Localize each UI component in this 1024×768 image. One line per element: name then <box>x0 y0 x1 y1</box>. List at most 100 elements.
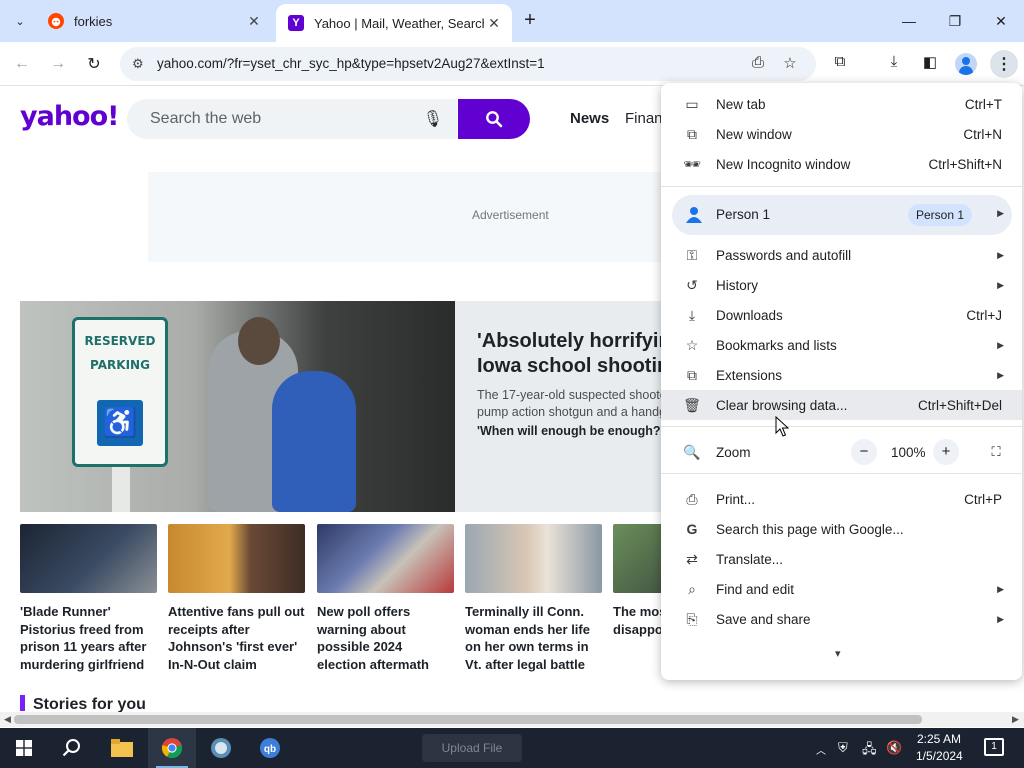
svg-text:qb: qb <box>264 744 276 755</box>
menu-item-save-share[interactable]: ⎘ Save and share ▶ <box>661 604 1022 634</box>
menu-item-person[interactable]: Person 1 Person 1 ▶ <box>672 195 1012 235</box>
menu-item-clear-browsing-data[interactable]: 🗑 Clear browsing data... Ctrl+Shift+Del <box>661 390 1022 420</box>
menu-item-bookmarks[interactable]: ☆ Bookmarks and lists ▶ <box>661 330 1022 360</box>
menu-item-translate[interactable]: ⇄ Translate... <box>661 544 1022 574</box>
taskbar-qbittorrent[interactable]: qb <box>246 728 294 768</box>
fullscreen-icon[interactable]: ⛶ <box>983 439 1009 465</box>
menu-label: Zoom <box>716 444 751 460</box>
menu-shortcut: Ctrl+J <box>966 307 1002 323</box>
news-card[interactable]: Terminally ill Conn. woman ends her life… <box>465 524 602 673</box>
chrome-menu-kebab-icon[interactable]: ⋮ <box>990 50 1018 78</box>
tray-overflow-chevron-icon[interactable]: ︿ <box>816 742 826 757</box>
notification-center-icon[interactable]: 1 <box>984 738 1004 756</box>
menu-item-passwords[interactable]: ⚿ Passwords and autofill ▶ <box>661 240 1022 270</box>
zoom-in-button[interactable]: + <box>933 439 959 465</box>
submenu-arrow-icon: ▶ <box>997 279 1004 290</box>
menu-item-incognito[interactable]: 🕶 New Incognito window Ctrl+Shift+N <box>661 149 1022 179</box>
downloads-icon[interactable]: ⤓ <box>883 53 905 75</box>
submenu-arrow-icon: ▶ <box>997 208 1004 218</box>
taskbar-clock[interactable]: 2:25 AM 1/5/2024 <box>916 731 963 765</box>
install-app-icon[interactable]: ⎙ <box>748 54 768 74</box>
address-bar[interactable]: ⚙ yahoo.com/?fr=yset_chr_syc_hp&type=hps… <box>120 47 816 81</box>
wheelchair-icon: ♿ <box>97 400 143 446</box>
taskbar-search-button[interactable] <box>48 728 96 768</box>
section-accent-bar <box>20 695 25 711</box>
menu-label: Translate... <box>716 551 784 567</box>
search-placeholder: Search the web <box>150 110 262 127</box>
search-button[interactable] <box>458 99 530 139</box>
browser-toolbar: ← → ↻ ⚙ yahoo.com/?fr=yset_chr_syc_hp&ty… <box>0 42 1024 86</box>
menu-label: Passwords and autofill <box>716 247 852 263</box>
back-button[interactable]: ← <box>8 50 36 78</box>
site-info-icon[interactable]: ⚙ <box>132 56 148 72</box>
taskbar-app-globe[interactable] <box>197 728 245 768</box>
yahoo-logo[interactable]: yahoo! <box>20 101 119 132</box>
tab-yahoo[interactable]: Y Yahoo | Mail, Weather, Search, Politic… <box>276 4 512 42</box>
volume-muted-icon[interactable]: 🔇 <box>886 740 902 756</box>
zoom-out-button[interactable]: − <box>851 439 877 465</box>
menu-label: History <box>716 277 759 293</box>
key-icon: ⚿ <box>686 246 698 263</box>
new-tab-button[interactable]: + <box>518 10 542 32</box>
network-icon[interactable]: 🖧 <box>862 740 877 762</box>
sign-text: RESERVED <box>84 334 156 348</box>
nav-finance-link[interactable]: Finan <box>625 110 663 127</box>
news-card[interactable]: Attentive fans pull out receipts after J… <box>168 524 305 673</box>
new-window-icon: ⧉ <box>687 125 697 142</box>
extensions-puzzle-icon[interactable]: ⧉ <box>829 53 851 75</box>
upload-file-ghost: Upload File <box>422 734 522 762</box>
translate-icon: ⇄ <box>686 550 698 567</box>
menu-item-new-window[interactable]: ⧉ New window Ctrl+N <box>661 119 1022 149</box>
tab-search-chevron-icon[interactable]: ⌄ <box>8 9 32 33</box>
tab-forkies[interactable]: forkies ✕ <box>36 4 272 38</box>
menu-item-downloads[interactable]: ⤓ Downloads Ctrl+J <box>661 300 1022 330</box>
close-window-button[interactable]: ✕ <box>978 8 1024 34</box>
search-input[interactable]: Search the web 🎙 <box>127 99 457 139</box>
mouse-cursor-icon <box>775 416 789 437</box>
search-icon <box>62 739 80 757</box>
stories-heading-text: Stories for you <box>33 696 146 712</box>
start-button[interactable] <box>0 728 48 768</box>
tray-security-icon[interactable]: ⛨ <box>838 740 848 756</box>
side-panel-icon[interactable]: ◧ <box>919 53 941 75</box>
menu-item-find-edit[interactable]: ⌕ Find and edit ▶ <box>661 574 1022 604</box>
scrollbar-thumb[interactable] <box>14 715 922 724</box>
forward-button[interactable]: → <box>44 50 72 78</box>
news-card[interactable]: 'Blade Runner' Pistorius freed from pris… <box>20 524 157 673</box>
microphone-icon[interactable]: 🎙 <box>423 109 443 129</box>
menu-item-history[interactable]: ↺ History ▶ <box>661 270 1022 300</box>
close-tab-icon[interactable]: ✕ <box>484 13 504 33</box>
menu-item-search-google[interactable]: G Search this page with Google... <box>661 514 1022 544</box>
zoom-level: 100% <box>891 445 926 460</box>
menu-item-print[interactable]: ⎙ Print... Ctrl+P <box>661 484 1022 514</box>
url-text[interactable]: yahoo.com/?fr=yset_chr_syc_hp&type=hpset… <box>157 56 545 71</box>
advertisement-label: Advertisement <box>472 208 549 222</box>
restore-button[interactable]: ❐ <box>932 8 978 34</box>
menu-item-extensions[interactable]: ⧉ Extensions ▶ <box>661 360 1022 390</box>
person-head <box>238 317 280 365</box>
menu-item-new-tab[interactable]: ▭ New tab Ctrl+T <box>661 89 1022 119</box>
scroll-right-icon[interactable]: ▶ <box>1012 714 1019 725</box>
news-card[interactable]: The most disappointing 2023 <box>613 524 661 638</box>
reload-button[interactable]: ↻ <box>80 50 108 78</box>
save-share-icon: ⎘ <box>686 610 698 627</box>
nav-news-link[interactable]: News <box>570 110 609 127</box>
trash-icon: 🗑 <box>683 396 701 413</box>
submenu-arrow-icon: ▶ <box>997 583 1004 594</box>
menu-label: Bookmarks and lists <box>716 337 837 353</box>
magnifier-icon: 🔍 <box>683 443 701 460</box>
news-card[interactable]: New poll offers warning about possible 2… <box>317 524 454 673</box>
download-icon: ⤓ <box>688 306 696 323</box>
scroll-left-icon[interactable]: ◀ <box>4 714 11 725</box>
more-items-chevron-icon[interactable]: ▾ <box>835 647 841 660</box>
horizontal-scrollbar[interactable]: ◀ ▶ <box>0 712 1024 727</box>
profile-avatar-icon[interactable] <box>955 53 977 75</box>
minimize-button[interactable]: — <box>886 8 932 34</box>
hero-image[interactable]: RESERVED PARKING ♿ <box>20 301 455 512</box>
bookmark-star-icon[interactable]: ☆ <box>780 54 800 74</box>
windows-taskbar: qb Upload File ︿ ⛨ 🖧 🔇 2:25 AM 1/5/2024 … <box>0 728 1024 768</box>
taskbar-file-explorer[interactable] <box>98 728 146 768</box>
close-tab-icon[interactable]: ✕ <box>244 11 264 31</box>
printer-icon: ⎙ <box>686 490 698 507</box>
taskbar-chrome[interactable] <box>148 728 196 768</box>
